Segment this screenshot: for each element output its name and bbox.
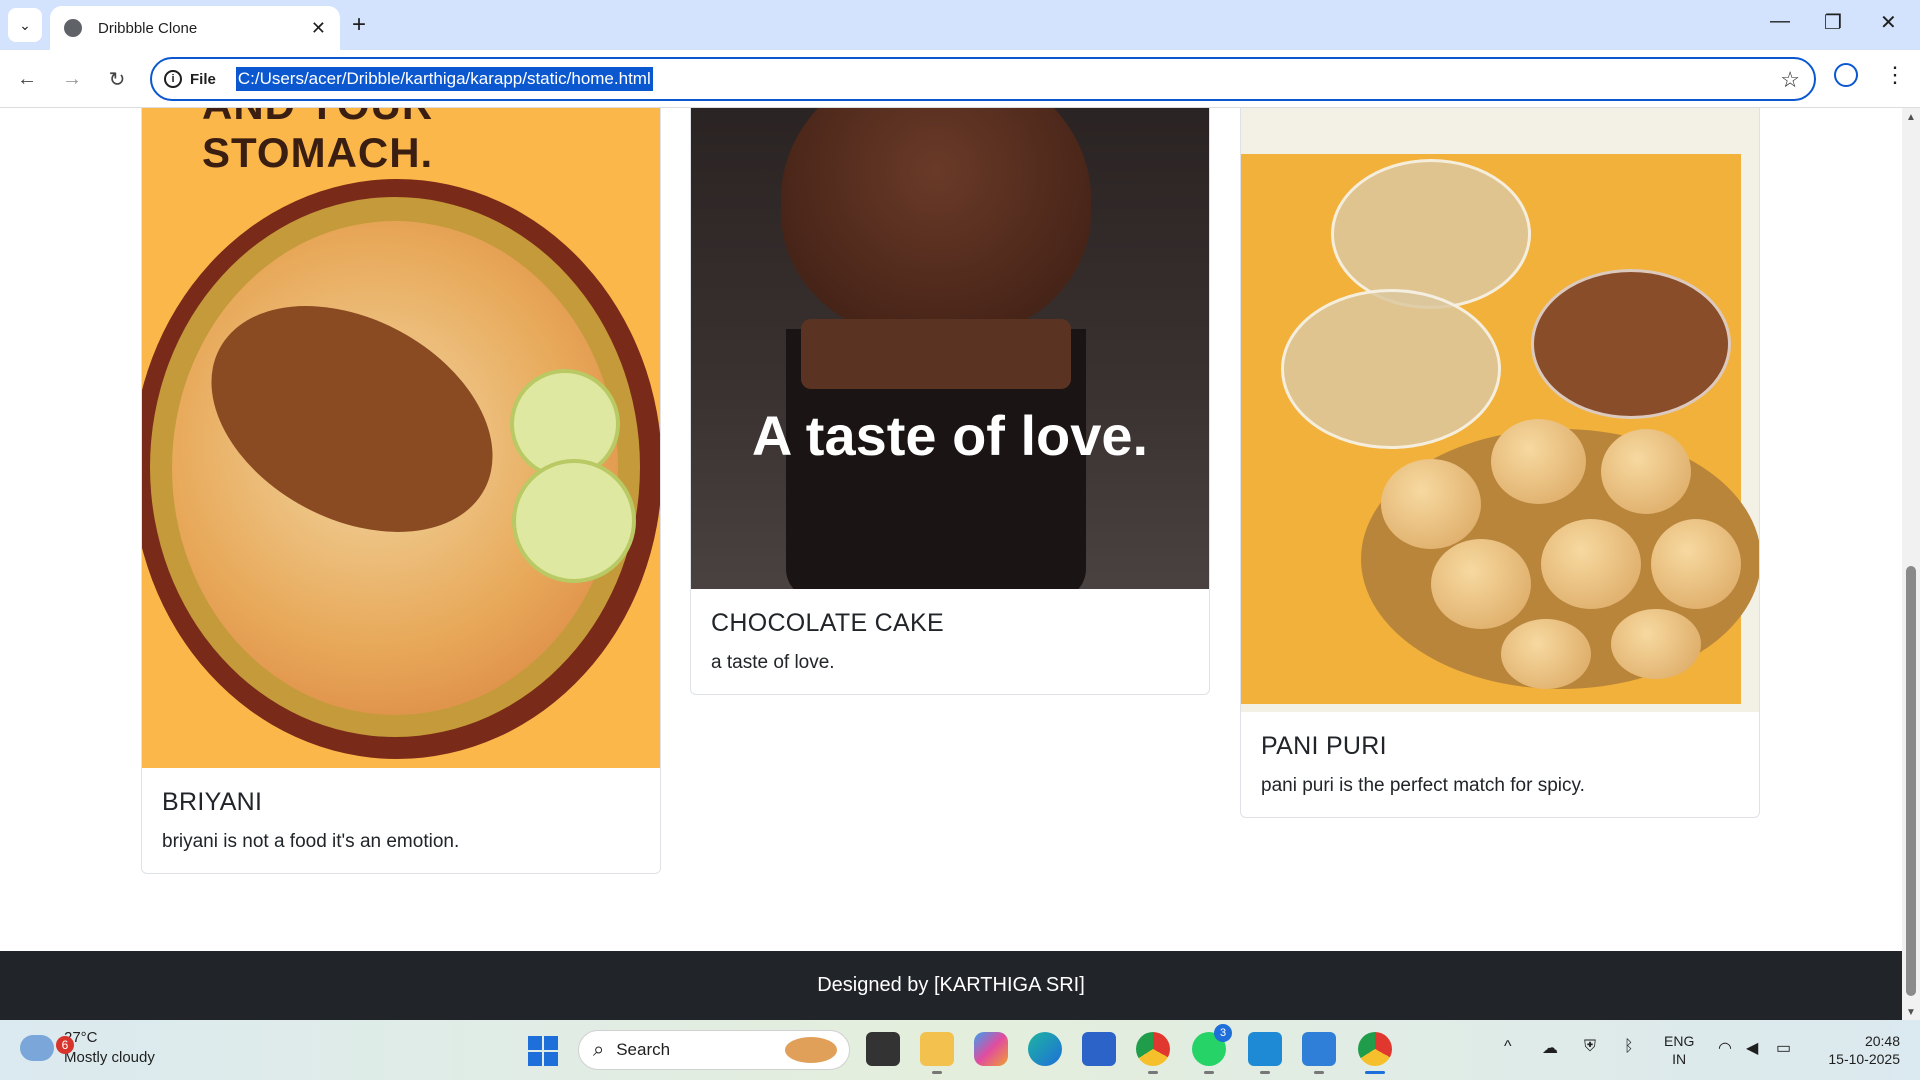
- file-explorer-icon[interactable]: [920, 1032, 954, 1074]
- address-bar[interactable]: i File C:/Users/acer/Dribble/karthiga/ka…: [150, 57, 1816, 101]
- card-chocolate-cake: A taste of love. CHOCOLATE CAKE a taste …: [690, 108, 1210, 695]
- taskbar-search[interactable]: ⌕ Search: [578, 1030, 850, 1070]
- browser-toolbar: ← → ↻ i File C:/Users/acer/Dribble/karth…: [0, 50, 1920, 108]
- bluetooth-icon[interactable]: ᛒ: [1624, 1038, 1634, 1056]
- briyani-image: AND YOUR STOMACH.: [142, 108, 660, 768]
- globe-icon: [64, 19, 82, 37]
- search-highlight-icon: [785, 1037, 837, 1063]
- copilot-icon[interactable]: [974, 1032, 1008, 1066]
- restore-icon[interactable]: ❐: [1824, 10, 1842, 35]
- store-icon[interactable]: [1082, 1032, 1116, 1066]
- scroll-down-icon[interactable]: ▼: [1906, 1007, 1916, 1018]
- vertical-scrollbar[interactable]: ▲ ▼: [1902, 108, 1920, 1020]
- tab-strip: ⌄ Dribbble Clone ✕ + — ❐ ✕: [0, 0, 1920, 50]
- site-info-label: File: [190, 70, 216, 88]
- temperature: 27°C: [64, 1029, 98, 1046]
- card-title: BRIYANI: [162, 788, 263, 816]
- photos-icon[interactable]: [1302, 1032, 1336, 1074]
- forward-icon[interactable]: →: [55, 62, 89, 96]
- reload-icon[interactable]: ↻: [100, 62, 134, 96]
- task-view-icon[interactable]: [866, 1032, 900, 1066]
- tab-list-icon[interactable]: ⌄: [8, 8, 42, 42]
- plus-icon[interactable]: +: [352, 10, 366, 40]
- time: 20:48: [1864, 1033, 1900, 1049]
- chrome-icon[interactable]: [1136, 1032, 1170, 1074]
- whatsapp-icon[interactable]: 3: [1192, 1024, 1232, 1074]
- pani-puri-image: [1241, 108, 1759, 712]
- cloud-icon: [20, 1035, 54, 1061]
- footer-text: Designed by [KARTHIGA SRI]: [817, 974, 1085, 996]
- whatsapp-badge: 3: [1214, 1024, 1232, 1042]
- scroll-up-icon[interactable]: ▲: [1906, 112, 1916, 123]
- battery-icon[interactable]: ▭: [1776, 1038, 1791, 1058]
- cake-image-text: A taste of love.: [751, 404, 1149, 467]
- url-text[interactable]: C:/Users/acer/Dribble/karthiga/karapp/st…: [235, 67, 653, 91]
- taskbar: 6 27°C Mostly cloudy ⌕ Search 3 ^ ☁ ⛨ ᛒ …: [0, 1020, 1920, 1080]
- defender-icon[interactable]: ⛨: [1584, 1038, 1596, 1056]
- search-label: Search: [616, 1040, 671, 1059]
- scrollbar-thumb[interactable]: [1906, 566, 1916, 996]
- menu-icon[interactable]: ⋮: [1884, 62, 1906, 88]
- search-icon: ⌕: [593, 1038, 605, 1061]
- tab-active[interactable]: Dribbble Clone ✕: [50, 6, 340, 50]
- lang-code: ENG: [1664, 1033, 1695, 1049]
- date: 15-10-2025: [1828, 1051, 1900, 1067]
- page-footer: Designed by [KARTHIGA SRI]: [0, 951, 1902, 1020]
- region-code: IN: [1672, 1051, 1687, 1067]
- clock[interactable]: 20:48 15-10-2025: [1816, 1032, 1900, 1068]
- card-text: briyani is not a food it's an emotion.: [162, 831, 460, 852]
- card-title: CHOCOLATE CAKE: [711, 609, 944, 637]
- windows-start-icon[interactable]: [528, 1036, 558, 1066]
- star-icon[interactable]: ☆: [1780, 67, 1800, 93]
- card-text: a taste of love.: [711, 652, 835, 673]
- edge-icon[interactable]: [1028, 1032, 1062, 1066]
- card-text: pani puri is the perfect match for spicy…: [1261, 775, 1585, 796]
- chocolate-cake-image: A taste of love.: [691, 108, 1209, 589]
- minimize-icon[interactable]: —: [1770, 10, 1790, 33]
- briyani-image-text: AND YOUR STOMACH.: [202, 108, 434, 176]
- back-icon[interactable]: ←: [10, 62, 44, 96]
- close-icon[interactable]: ✕: [311, 18, 326, 39]
- window-close-icon[interactable]: ✕: [1880, 10, 1897, 35]
- volume-icon[interactable]: ◀: [1746, 1038, 1758, 1058]
- vscode-icon[interactable]: [1248, 1032, 1282, 1074]
- card-pani-puri: PANI PURI pani puri is the perfect match…: [1240, 108, 1760, 818]
- language-indicator[interactable]: ENG IN: [1664, 1032, 1694, 1068]
- onedrive-icon[interactable]: ☁: [1542, 1038, 1558, 1058]
- weather-badge: 6: [56, 1036, 74, 1054]
- profile-icon[interactable]: [1834, 63, 1858, 87]
- chevron-up-icon[interactable]: ^: [1504, 1038, 1512, 1056]
- card-briyani: AND YOUR STOMACH. BRIYANI briyani is not…: [141, 108, 661, 874]
- info-icon: i: [164, 70, 182, 88]
- weather-text: Mostly cloudy: [64, 1049, 155, 1066]
- page-viewport: AND YOUR STOMACH. BRIYANI briyani is not…: [0, 108, 1902, 1020]
- site-info-button[interactable]: i File: [164, 70, 216, 88]
- card-title: PANI PURI: [1261, 732, 1387, 760]
- chrome-active-icon[interactable]: [1358, 1032, 1392, 1074]
- wifi-icon[interactable]: ◠: [1718, 1038, 1732, 1058]
- tab-title: Dribbble Clone: [98, 19, 198, 37]
- weather-widget[interactable]: 6 27°C Mostly cloudy: [20, 1028, 155, 1068]
